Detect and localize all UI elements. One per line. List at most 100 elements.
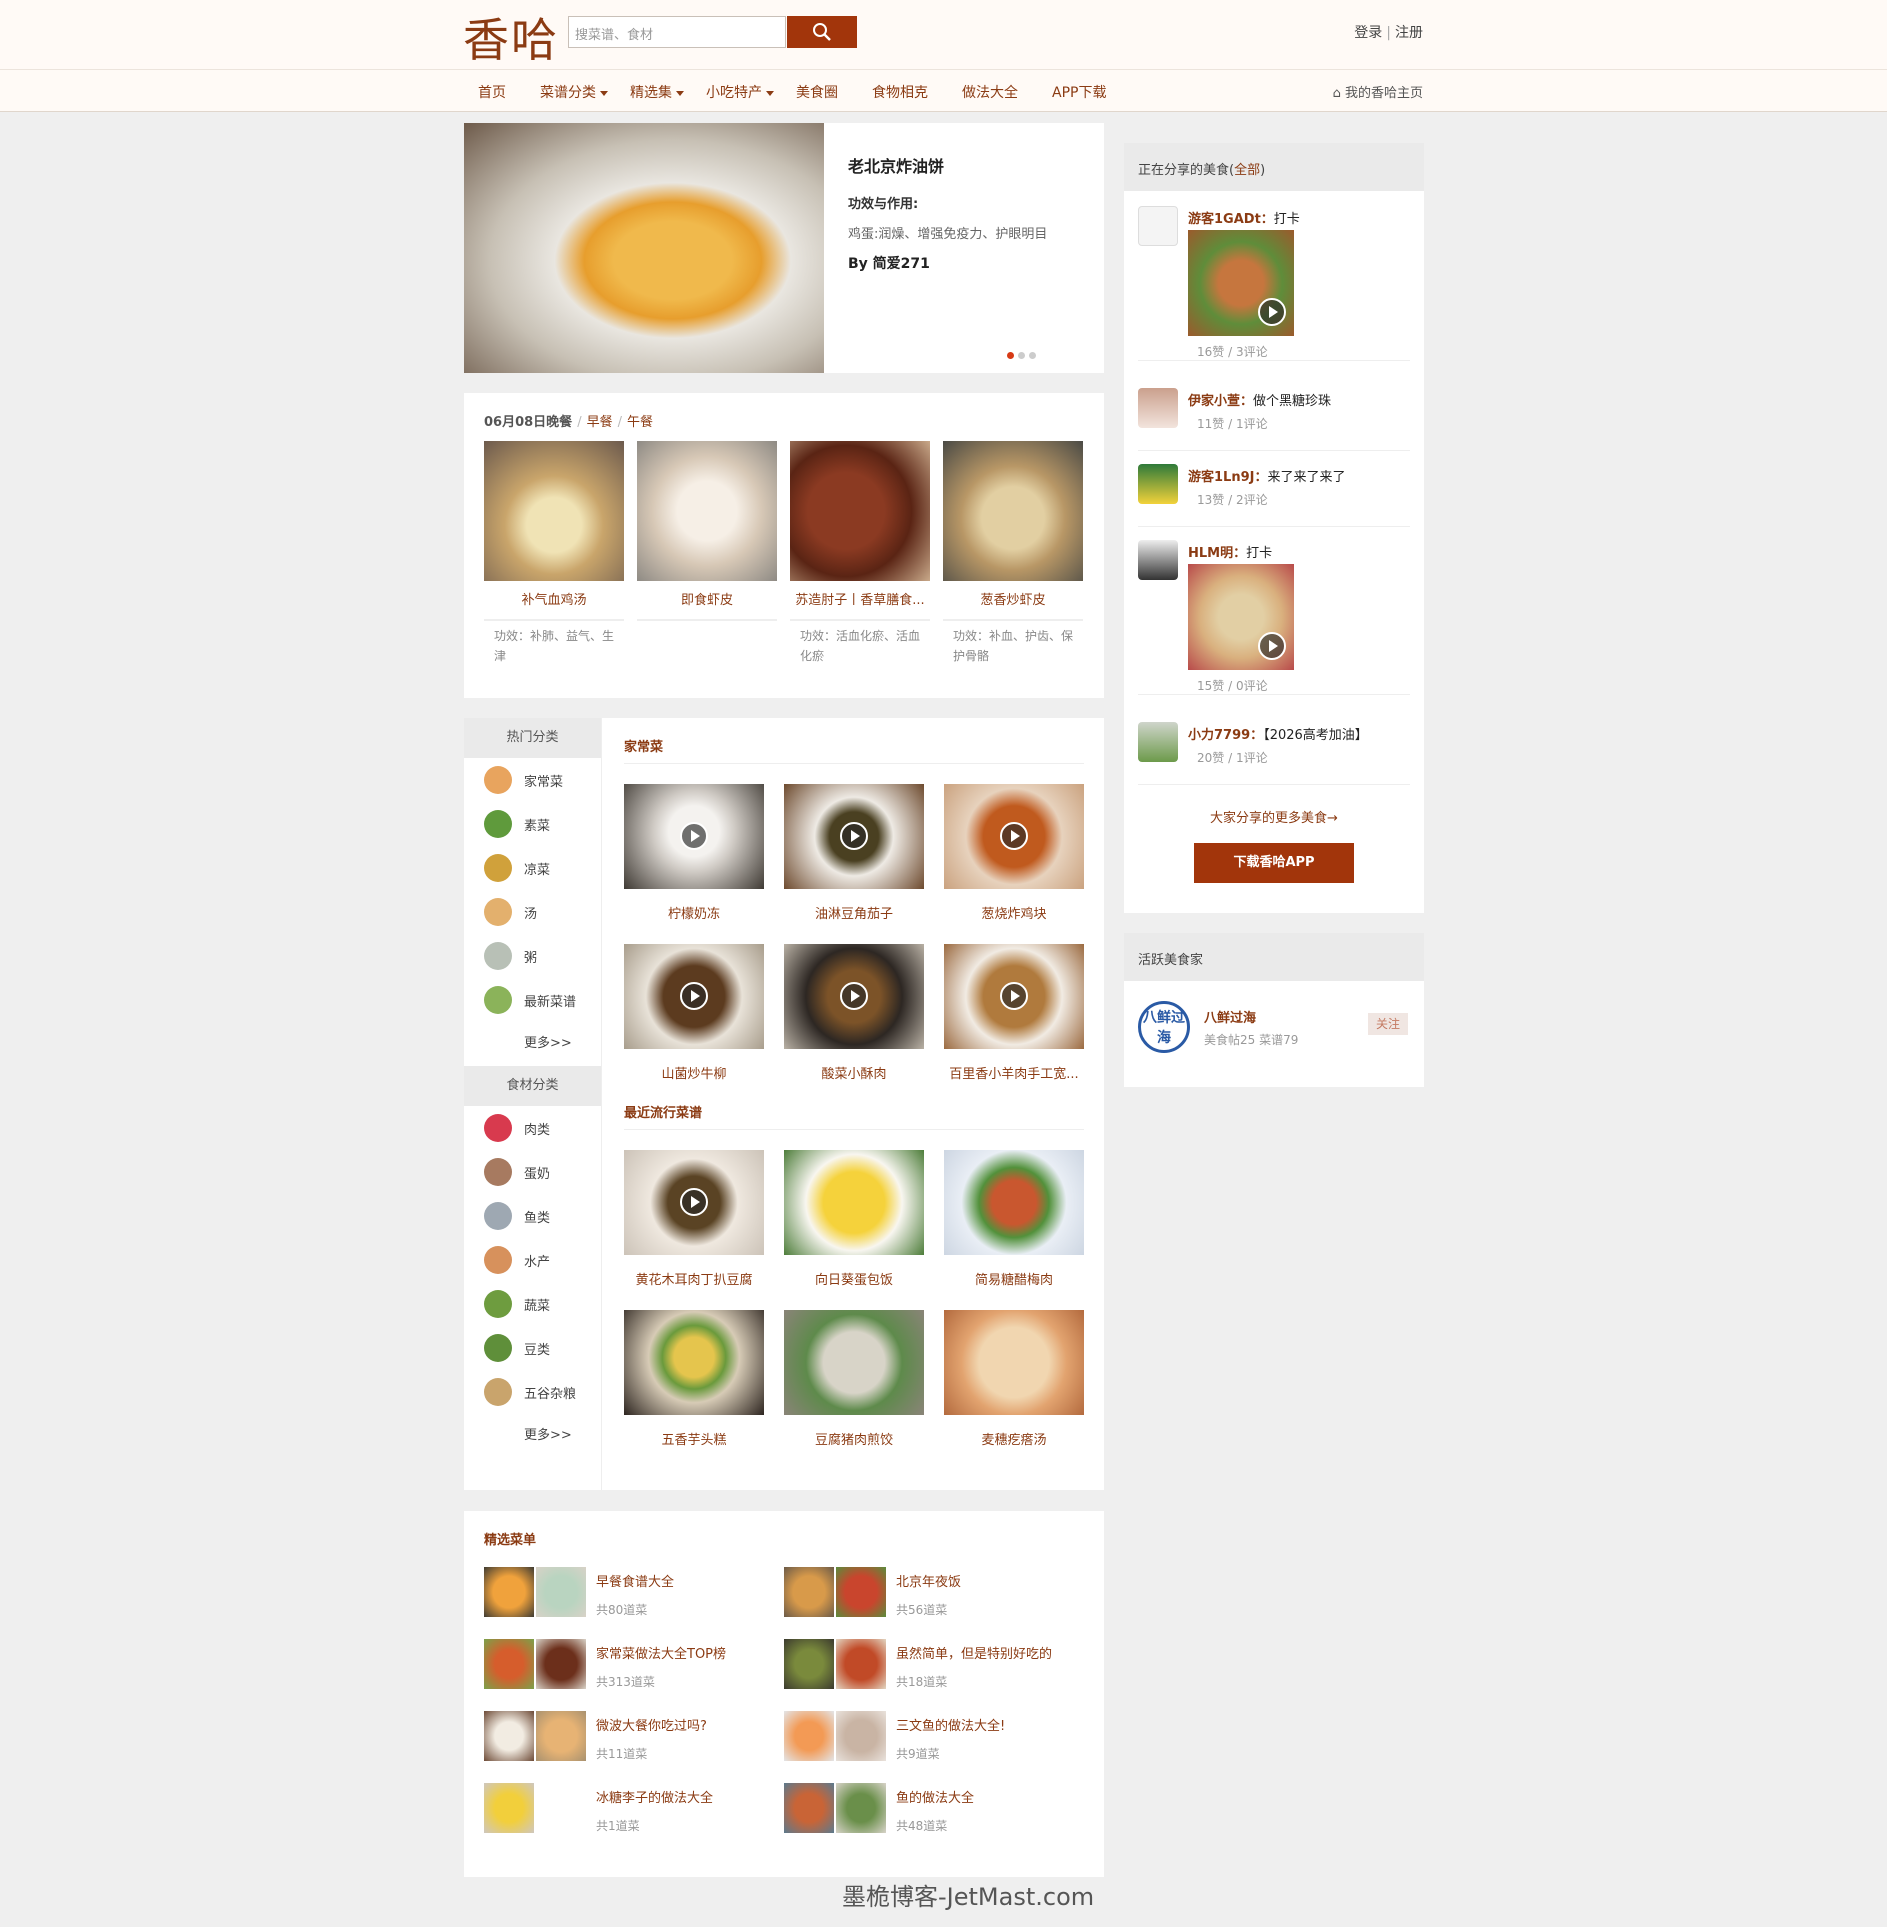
share-image[interactable] — [1188, 230, 1294, 336]
popular-recipe-heading[interactable]: 最近流行菜谱 — [624, 1102, 1084, 1130]
recipe-tile[interactable]: 柠檬奶冻 — [624, 784, 764, 922]
meal-item[interactable]: 即食虾皮 — [637, 441, 777, 631]
foodie-avatar[interactable]: 八鲜过海 — [1138, 1001, 1190, 1053]
nav-food-circle[interactable]: 美食圈 — [796, 82, 838, 102]
recipe-name[interactable]: 黄花木耳肉丁扒豆腐 — [624, 1269, 764, 1288]
download-app-button[interactable]: 下载香哈APP — [1194, 843, 1354, 883]
play-icon[interactable] — [1258, 632, 1286, 660]
menu-item[interactable]: 冰糖李子的做法大全 共1道菜 — [484, 1783, 774, 1839]
menu-item[interactable]: 北京年夜饭 共56道菜 — [784, 1567, 1074, 1623]
carousel-dot[interactable] — [1029, 352, 1036, 359]
avatar[interactable] — [1138, 540, 1178, 580]
menu-thumb[interactable] — [836, 1639, 886, 1689]
category-item[interactable]: 鱼类 — [464, 1194, 601, 1238]
menu-thumb[interactable] — [784, 1783, 834, 1833]
menu-name[interactable]: 虽然简单，但是特别好吃的 — [896, 1643, 1052, 1662]
menu-thumb[interactable] — [784, 1711, 834, 1761]
meal-image[interactable] — [790, 441, 930, 581]
menu-thumb[interactable] — [784, 1567, 834, 1617]
play-icon[interactable] — [840, 822, 868, 850]
recipe-name[interactable]: 向日葵蛋包饭 — [784, 1269, 924, 1288]
recipe-image[interactable] — [624, 1310, 764, 1415]
recipe-tile[interactable]: 豆腐猪肉煎饺 — [784, 1310, 924, 1448]
category-item[interactable]: 蔬菜 — [464, 1282, 601, 1326]
hero-image[interactable] — [464, 123, 824, 373]
hero-author[interactable]: By 简爱271 — [848, 253, 930, 273]
avatar[interactable] — [1138, 722, 1178, 762]
menu-item[interactable]: 三文鱼的做法大全! 共9道菜 — [784, 1711, 1074, 1767]
meal-item[interactable]: 苏造肘子丨香草膳食... 功效：活血化瘀、活血化瘀 — [790, 441, 930, 671]
recipe-name[interactable]: 油淋豆角茄子 — [784, 903, 924, 922]
menu-name[interactable]: 北京年夜饭 — [896, 1571, 961, 1590]
menu-name[interactable]: 三文鱼的做法大全! — [896, 1715, 1005, 1734]
recipe-name[interactable]: 简易糖醋梅肉 — [944, 1269, 1084, 1288]
recipe-tile[interactable]: 山菌炒牛柳 — [624, 944, 764, 1082]
recipe-tile[interactable]: 简易糖醋梅肉 — [944, 1150, 1084, 1288]
recipe-tile[interactable]: 油淋豆角茄子 — [784, 784, 924, 922]
category-item[interactable]: 五谷杂粮 — [464, 1370, 601, 1414]
avatar[interactable] — [1138, 388, 1178, 428]
nav-home[interactable]: 首页 — [478, 82, 506, 102]
recipe-image[interactable] — [784, 784, 924, 889]
menu-thumb[interactable] — [836, 1711, 886, 1761]
register-link[interactable]: 注册 — [1395, 25, 1423, 41]
meal-name[interactable]: 补气血鸡汤 — [484, 581, 624, 621]
recipe-image[interactable] — [944, 944, 1084, 1049]
category-item[interactable]: 蛋奶 — [464, 1150, 601, 1194]
recipe-name[interactable]: 酸菜小酥肉 — [784, 1063, 924, 1082]
site-logo[interactable]: 香哈 — [463, 4, 559, 70]
nav-methods[interactable]: 做法大全 — [962, 82, 1018, 102]
menu-item[interactable]: 鱼的做法大全 共48道菜 — [784, 1783, 1074, 1839]
category-item[interactable]: 汤 — [464, 890, 601, 934]
recipe-tile[interactable]: 向日葵蛋包饭 — [784, 1150, 924, 1288]
avatar[interactable] — [1138, 464, 1178, 504]
hero-title[interactable]: 老北京炸油饼 — [848, 153, 944, 177]
recipe-image[interactable] — [624, 1150, 764, 1255]
meal-tab-breakfast[interactable]: 早餐 — [587, 415, 613, 430]
nav-recipe-category[interactable]: 菜谱分类 — [540, 82, 608, 102]
recipe-image[interactable] — [944, 784, 1084, 889]
share-username[interactable]: 游客1GADt： — [1188, 212, 1274, 227]
category-item[interactable]: 凉菜 — [464, 846, 601, 890]
category-item[interactable]: 最新菜谱 — [464, 978, 601, 1022]
hot-category-more[interactable]: 更多>> — [464, 1022, 601, 1066]
home-dish-heading[interactable]: 家常菜 — [624, 736, 1084, 764]
foodie-name[interactable]: 八鲜过海 — [1204, 1007, 1256, 1026]
menu-thumb[interactable] — [836, 1567, 886, 1617]
recipe-image[interactable] — [944, 1310, 1084, 1415]
nav-selection[interactable]: 精选集 — [630, 82, 684, 102]
play-icon[interactable] — [1000, 982, 1028, 1010]
recipe-image[interactable] — [624, 944, 764, 1049]
recipe-image[interactable] — [784, 1310, 924, 1415]
food-category-more[interactable]: 更多>> — [464, 1414, 601, 1458]
category-item[interactable]: 素菜 — [464, 802, 601, 846]
category-item[interactable]: 豆类 — [464, 1326, 601, 1370]
category-item[interactable]: 水产 — [464, 1238, 601, 1282]
recipe-name[interactable]: 百里香小羊肉手工宽... — [944, 1063, 1084, 1082]
recipe-image[interactable] — [944, 1150, 1084, 1255]
meal-image[interactable] — [484, 441, 624, 581]
share-username[interactable]: 小力7799： — [1188, 728, 1263, 743]
share-image[interactable] — [1188, 564, 1294, 670]
menu-item[interactable]: 微波大餐你吃过吗? 共11道菜 — [484, 1711, 774, 1767]
meal-tab-current[interactable]: 06月08日晚餐 — [484, 415, 572, 430]
recipe-image[interactable] — [624, 784, 764, 889]
menu-name[interactable]: 微波大餐你吃过吗? — [596, 1715, 707, 1734]
recipe-image[interactable] — [784, 1150, 924, 1255]
nav-app-download[interactable]: APP下载 — [1052, 82, 1106, 102]
menu-thumb[interactable] — [784, 1639, 834, 1689]
share-item[interactable]: HLM明：打卡 15赞 / 0评论 — [1138, 540, 1410, 695]
follow-button[interactable]: 关注 — [1368, 1013, 1408, 1035]
recipe-tile[interactable]: 黄花木耳肉丁扒豆腐 — [624, 1150, 764, 1288]
recipe-tile[interactable]: 五香芋头糕 — [624, 1310, 764, 1448]
menu-item[interactable]: 家常菜做法大全TOP榜 共313道菜 — [484, 1639, 774, 1695]
recipe-tile[interactable]: 酸菜小酥肉 — [784, 944, 924, 1082]
category-item[interactable]: 家常菜 — [464, 758, 601, 802]
share-username[interactable]: 伊家小萱： — [1188, 394, 1253, 409]
meal-name[interactable]: 即食虾皮 — [637, 581, 777, 621]
share-item[interactable]: 小力7799：【2026高考加油】 20赞 / 1评论 — [1138, 722, 1410, 785]
recipe-name[interactable]: 山菌炒牛柳 — [624, 1063, 764, 1082]
menu-name[interactable]: 鱼的做法大全 — [896, 1787, 974, 1806]
share-item[interactable]: 游客1Ln9J：来了来了来了 13赞 / 2评论 — [1138, 464, 1410, 527]
play-icon[interactable] — [680, 982, 708, 1010]
